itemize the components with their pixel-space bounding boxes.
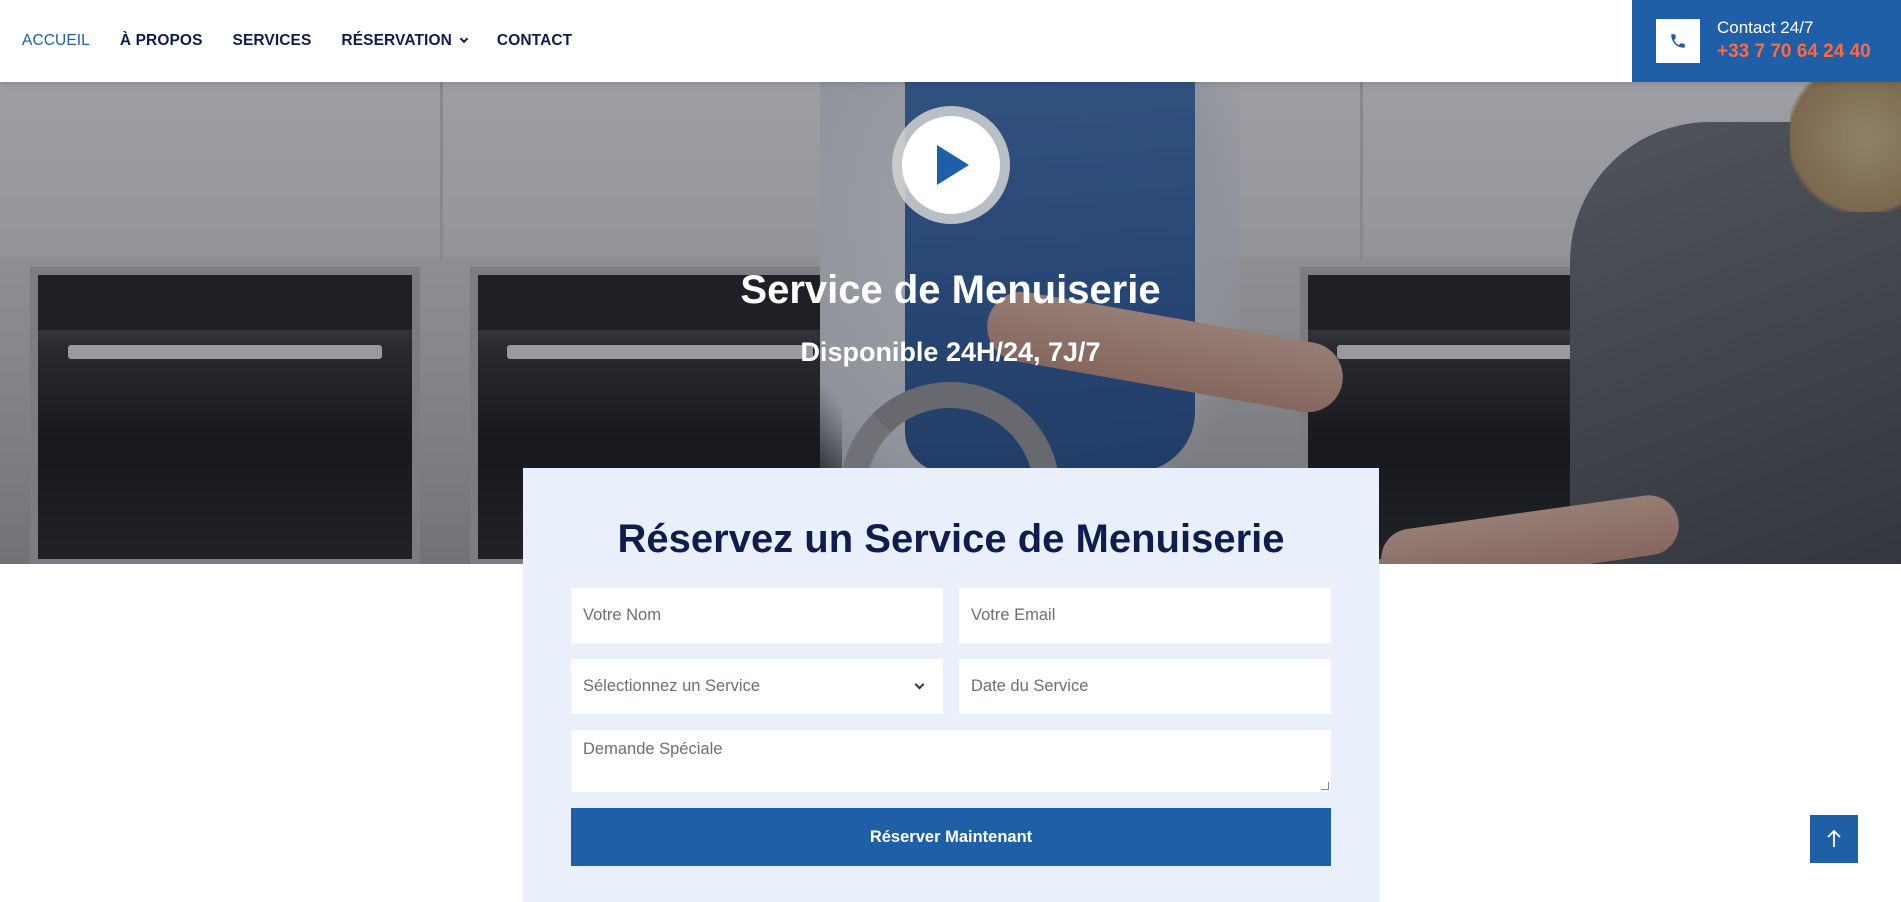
play-video-button[interactable] — [892, 106, 1010, 224]
service-select-value: Sélectionnez un Service — [583, 677, 761, 695]
service-date-input[interactable]: Date du Service — [959, 659, 1331, 714]
nav-item-contact[interactable]: CONTACT — [497, 32, 572, 50]
reserve-now-label: Réserver Maintenant — [869, 827, 1033, 846]
form-row: Sélectionnez un Service Date du Service — [571, 659, 1331, 714]
booking-form-title: Réservez un Service de Menuiserie — [617, 517, 1285, 561]
email-placeholder: Votre Email — [971, 606, 1056, 624]
reserve-now-button[interactable]: Réserver Maintenant — [571, 808, 1331, 866]
name-placeholder: Votre Nom — [583, 606, 661, 624]
play-icon — [902, 116, 1000, 214]
hero-subtitle: Disponible 24H/24, 7J/7 — [800, 337, 1101, 367]
nav-item-reservation-label: RÉSERVATION — [341, 32, 452, 49]
hero-title: Service de Menuiserie — [740, 268, 1161, 312]
back-to-top-button[interactable] — [1810, 815, 1858, 863]
nav-item-a-propos[interactable]: À PROPOS — [120, 32, 203, 50]
special-request-textarea[interactable]: Demande Spéciale — [571, 730, 1331, 792]
chevron-down-icon — [914, 679, 925, 690]
contact-text: Contact 24/7 +33 7 70 64 24 40 — [1717, 17, 1871, 65]
special-request-placeholder: Demande Spéciale — [583, 740, 723, 758]
form-row: Votre Nom Votre Email — [571, 588, 1331, 643]
contact-phone-number[interactable]: +33 7 70 64 24 40 — [1717, 39, 1871, 65]
service-select[interactable]: Sélectionnez un Service — [571, 659, 943, 714]
arrow-up-icon — [1827, 829, 1841, 847]
resize-handle-icon[interactable] — [1321, 782, 1329, 790]
date-placeholder: Date du Service — [971, 677, 1089, 695]
contact-label: Contact 24/7 — [1717, 18, 1814, 37]
contact-box[interactable]: Contact 24/7 +33 7 70 64 24 40 — [1632, 0, 1901, 82]
phone-icon — [1656, 19, 1700, 63]
booking-form-card: Réservez un Service de Menuiserie Votre … — [523, 468, 1379, 902]
nav-item-reservation[interactable]: RÉSERVATION — [341, 32, 469, 50]
chevron-down-icon — [459, 34, 469, 44]
nav-links: ACCUEIL À PROPOS SERVICES RÉSERVATION CO… — [0, 0, 602, 82]
email-input[interactable]: Votre Email — [959, 588, 1331, 643]
nav-item-services[interactable]: SERVICES — [233, 32, 312, 50]
nav-item-accueil[interactable]: ACCUEIL — [22, 32, 90, 50]
top-navbar: ACCUEIL À PROPOS SERVICES RÉSERVATION CO… — [0, 0, 1901, 82]
name-input[interactable]: Votre Nom — [571, 588, 943, 643]
